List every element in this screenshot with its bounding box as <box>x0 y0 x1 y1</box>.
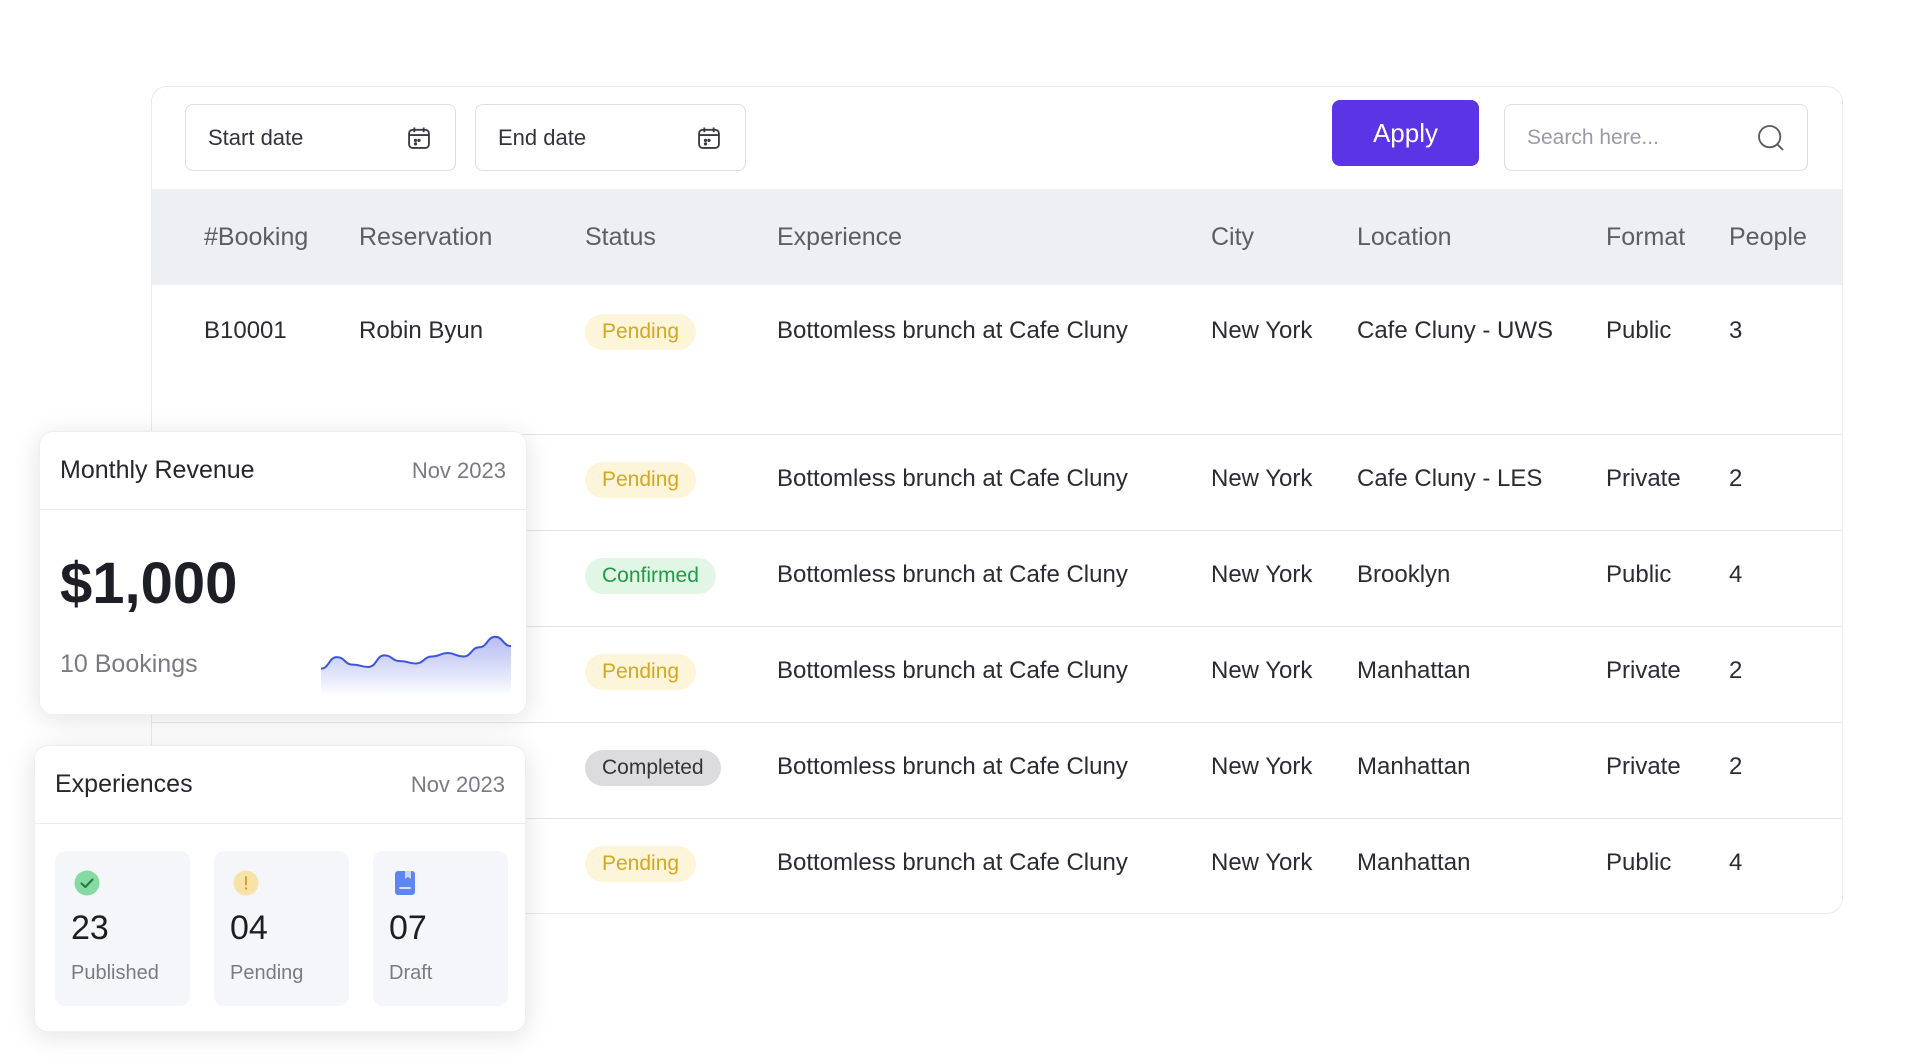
column-header-location[interactable]: Location <box>1357 223 1452 252</box>
experience-cell: Bottomless brunch at Cafe Cluny <box>777 561 1128 588</box>
experience-cell: Bottomless brunch at Cafe Cluny <box>777 657 1128 684</box>
city-cell: New York <box>1211 657 1313 684</box>
booking-id-cell: B10001 <box>204 317 287 344</box>
experience-cell: Bottomless brunch at Cafe Cluny <box>777 465 1128 492</box>
experience-cell: Bottomless brunch at Cafe Cluny <box>777 849 1128 876</box>
draft-label: Draft <box>389 962 433 984</box>
status-badge: Pending <box>585 654 697 690</box>
location-cell: Brooklyn <box>1357 561 1451 588</box>
revenue-card-header: Monthly Revenue Nov 2023 <box>40 432 526 510</box>
draft-tile[interactable]: 07 Draft <box>373 851 508 1006</box>
location-cell: Cafe Cluny - UWS <box>1357 317 1554 344</box>
column-header-reservation[interactable]: Reservation <box>359 223 492 252</box>
start-date-field[interactable]: Start date <box>185 104 456 171</box>
warning-circle-icon <box>233 870 259 896</box>
people-cell: 3 <box>1729 317 1743 344</box>
calendar-icon <box>408 127 430 149</box>
table-row[interactable]: B10001 Robin Byun Bottomless brunch at Caf… <box>152 285 1842 435</box>
revenue-sparkline <box>321 635 511 695</box>
check-circle-icon <box>74 870 100 896</box>
location-cell: Cafe Cluny - LES <box>1357 465 1543 492</box>
status-badge: Pending <box>585 462 697 498</box>
pending-count: 04 <box>230 909 268 947</box>
monthly-revenue-card: Monthly Revenue Nov 2023 $1,000 10 Booki… <box>39 431 527 715</box>
status-badge: Pending <box>585 314 697 350</box>
people-cell: 2 <box>1729 657 1743 684</box>
draft-count: 07 <box>389 909 427 947</box>
people-cell: 4 <box>1729 849 1743 876</box>
published-label: Published <box>71 962 159 984</box>
format-cell: Public <box>1606 849 1672 876</box>
column-header-people[interactable]: People <box>1729 223 1807 252</box>
revenue-card-title: Monthly Revenue <box>60 456 255 484</box>
column-header-format[interactable]: Format <box>1606 223 1685 252</box>
status-badge: Completed <box>585 750 721 786</box>
city-cell: New York <box>1211 753 1313 780</box>
revenue-card-period: Nov 2023 <box>411 457 506 483</box>
pending-tile[interactable]: 04 Pending <box>214 851 349 1006</box>
city-cell: New York <box>1211 561 1313 588</box>
column-header-booking[interactable]: #Booking <box>204 223 308 252</box>
format-cell: Public <box>1606 317 1672 344</box>
experience-stat-tiles: 23 Published 04 Pending 07 Draft <box>55 851 508 1006</box>
search-input[interactable] <box>1527 125 1747 150</box>
experience-cell: Bottomless brunch at Cafe Cluny <box>777 317 1128 344</box>
revenue-bookings-count: 10 Bookings <box>60 650 198 678</box>
published-tile[interactable]: 23 Published <box>55 851 190 1006</box>
format-cell: Private <box>1606 753 1681 780</box>
city-cell: New York <box>1211 465 1313 492</box>
document-icon <box>395 871 415 895</box>
column-header-city[interactable]: City <box>1211 223 1254 252</box>
column-header-experience[interactable]: Experience <box>777 223 902 252</box>
experiences-card-period: Nov 2023 <box>410 771 505 797</box>
search-icon[interactable] <box>1755 122 1787 154</box>
experience-cell: Bottomless brunch at Cafe Cluny <box>777 753 1128 780</box>
apply-button[interactable]: Apply <box>1332 100 1479 166</box>
format-cell: Private <box>1606 657 1681 684</box>
format-cell: Public <box>1606 561 1672 588</box>
people-cell: 2 <box>1729 753 1743 780</box>
status-badge: Confirmed <box>585 558 716 594</box>
end-date-field[interactable]: End date <box>475 104 746 171</box>
pending-label: Pending <box>230 962 304 984</box>
column-header-status[interactable]: Status <box>585 223 656 252</box>
city-cell: New York <box>1211 849 1313 876</box>
calendar-icon <box>698 127 720 149</box>
revenue-value: $1,000 <box>60 551 238 616</box>
start-date-placeholder: Start date <box>208 124 304 150</box>
city-cell: New York <box>1211 317 1313 344</box>
format-cell: Private <box>1606 465 1681 492</box>
table-header: #Booking Reservation Status Experience C… <box>152 189 1842 285</box>
published-count: 23 <box>71 909 109 947</box>
reservation-cell: Robin Byun <box>359 317 484 344</box>
filter-toolbar: Start date End date Apply <box>152 87 1842 189</box>
experiences-card-header: Experiences Nov 2023 <box>35 746 525 824</box>
location-cell: Manhattan <box>1357 657 1471 684</box>
people-cell: 2 <box>1729 465 1743 492</box>
location-cell: Manhattan <box>1357 753 1471 780</box>
experiences-card: Experiences Nov 2023 23 Published 04 Pen… <box>34 745 526 1032</box>
search-box <box>1504 104 1808 171</box>
experiences-card-title: Experiences <box>55 770 193 798</box>
status-badge: Pending <box>585 846 697 882</box>
location-cell: Manhattan <box>1357 849 1471 876</box>
people-cell: 4 <box>1729 561 1743 588</box>
end-date-placeholder: End date <box>498 124 587 150</box>
